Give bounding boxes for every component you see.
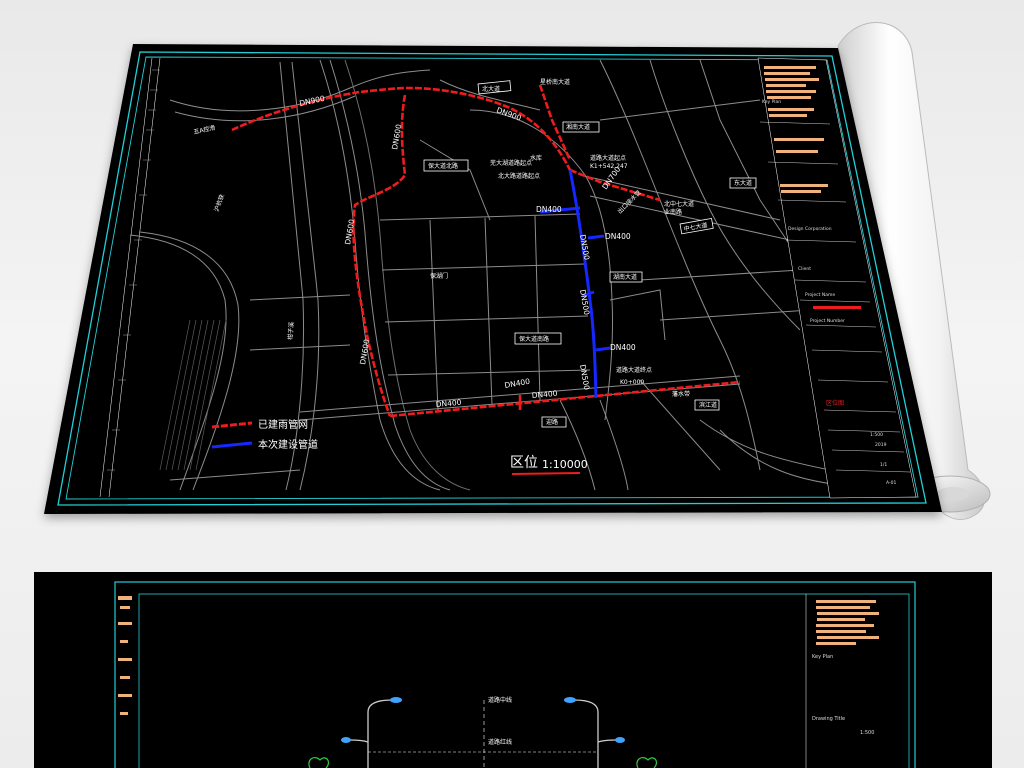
cross-section-scale: 1:500 (860, 730, 874, 736)
road-label: 芜大湖道路起点 (490, 159, 532, 167)
road-label: 北中七大道 (664, 200, 694, 208)
road-label: 道路大道终点 (616, 366, 652, 374)
lamp-heads (341, 697, 625, 743)
legend-existing-label: 已建雨管网 (258, 418, 308, 431)
title-block-date: 2019 (875, 442, 887, 448)
cross-section-drawing-title: Drawing Title (812, 716, 845, 722)
road-label: K1+542.247 (590, 163, 628, 170)
road-label: 迎路 (546, 418, 558, 426)
road-label: 北大路道路起点 (498, 172, 540, 180)
cross-section-frame (114, 581, 916, 768)
title-block-line: Client (798, 266, 811, 272)
road-label: K0+000 (620, 379, 644, 386)
title-block-line: Project Number (810, 318, 845, 324)
pipe-label: DN400 (610, 343, 636, 352)
scale-title-text: 区位 (510, 455, 538, 471)
cross-section-background (34, 572, 992, 768)
scale-ratio: 1:10000 (542, 458, 588, 471)
road-label: 湖南大道 (613, 273, 637, 281)
road-label: 保大道北路 (428, 162, 458, 170)
road-label: 星桥南大道 (540, 78, 570, 86)
road-label: 保湖门 (430, 272, 448, 280)
road-label: 东大道 (734, 179, 752, 187)
pipe-label: DN400 (536, 205, 562, 214)
cross-section-key-plan: Key Plan (812, 654, 833, 660)
title-block-drawing-title: 区位图 (826, 399, 844, 407)
road-label: 湘南大道 (566, 123, 590, 131)
road-red-line-label: 道路红线 (488, 738, 512, 746)
title-block-line: Project Name (805, 292, 835, 298)
title-block-line: Key Plan (762, 99, 781, 105)
cross-section-title-block (816, 600, 879, 645)
map-drawing-sheet: DN900 DN900 DN600 DN600 DN600 DN700 DN50… (44, 22, 991, 520)
road-label: 藩水带 (672, 390, 690, 398)
title-block-line: Design Corporation (788, 226, 832, 232)
section-trees (308, 756, 658, 768)
road-label: 保大道南路 (519, 335, 549, 343)
road-label: 道路大道起点 (590, 154, 626, 162)
road-label: 柑子溪 (286, 322, 296, 341)
title-block-sheet: 1/1 (880, 462, 887, 468)
road-label: 北大道 (482, 85, 500, 93)
road-label: 滨江道 (699, 401, 717, 409)
cross-section-left-strip (118, 596, 132, 715)
road-center-label: 道路中线 (488, 696, 512, 704)
title-block-drawing-number: A-01 (886, 480, 896, 486)
pipe-label: DN400 (605, 232, 631, 241)
cross-section-center: 道路中线 道路红线 (368, 696, 598, 768)
street-lights (349, 699, 617, 768)
road-label: 业南路 (664, 208, 682, 216)
legend-current-label: 本次建设管道 (258, 438, 318, 451)
title-block-scale: 1:500 (870, 432, 883, 438)
